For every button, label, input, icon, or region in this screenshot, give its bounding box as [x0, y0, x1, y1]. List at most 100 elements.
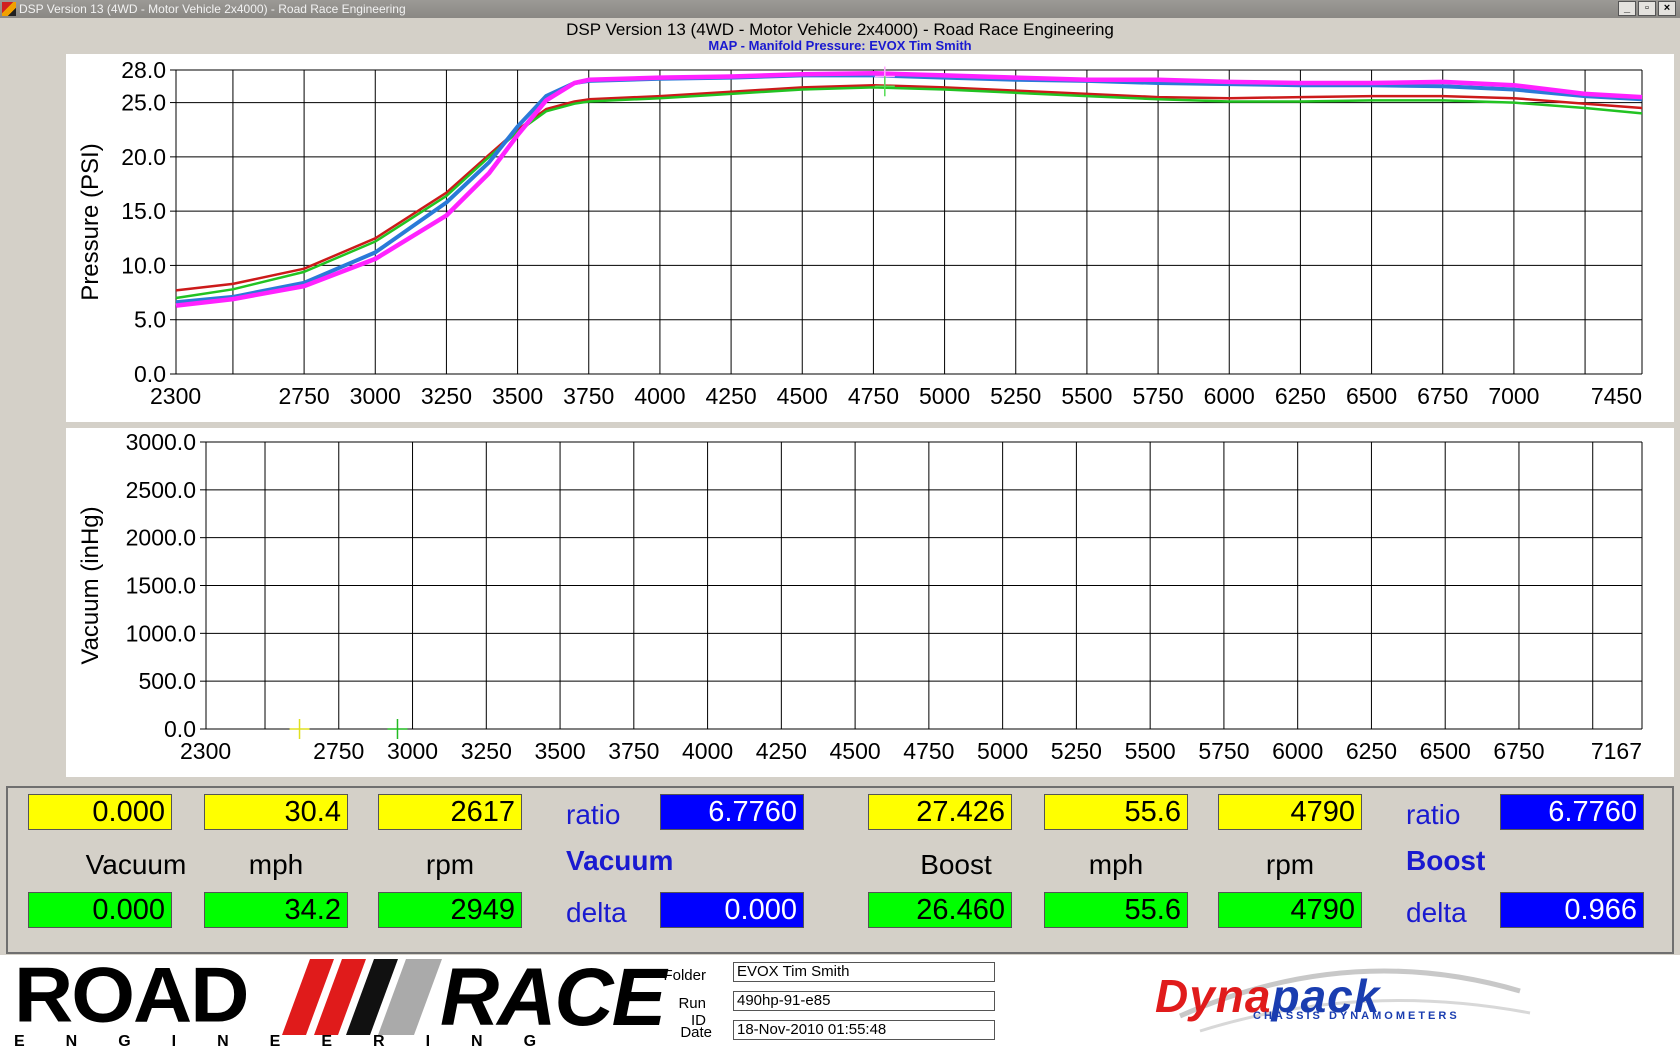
folder-field: EVOX Tim Smith: [733, 962, 995, 982]
rpm-bottom-value-left: 2949: [378, 892, 522, 928]
vacuum-ytick-label-4: 2000.0: [126, 525, 196, 551]
vacuum-ytick-label-5: 2500.0: [126, 477, 196, 503]
runid-field: 490hp-91-e85: [733, 991, 995, 1011]
pressure-xtick-label-18: 7000: [1488, 383, 1539, 409]
restore-button[interactable]: ▫: [1638, 1, 1656, 16]
rpm-top-value-left: 2617: [378, 794, 522, 830]
pressure-xtick-label-2: 3000: [350, 383, 401, 409]
pressure-chart: 0.05.010.015.020.025.028.02300 2750 3000 32…: [66, 54, 1674, 422]
pressure-xtick-label-13: 5750: [1132, 383, 1183, 409]
delta-label-left: delta: [566, 897, 627, 928]
readout-panel: 0.000 30.4 2617 ratio 6.7760 Vacuum mph …: [6, 786, 1674, 954]
vacuum-background: [66, 428, 1674, 777]
vacuum-chart: 0.0500.01000.01500.02000.02500.03000.023…: [66, 428, 1674, 777]
rpm-label-right: rpm: [1265, 849, 1315, 880]
mph-top-value-right: 55.6: [1044, 794, 1188, 830]
boost-top-value: 27.426: [868, 794, 1012, 830]
vacuum-ytick-label-6: 3000.0: [126, 429, 196, 455]
vacuum-xtick-label-4: 3500: [534, 738, 585, 764]
pressure-xtick-label-15: 6250: [1275, 383, 1326, 409]
pressure-xtick-label-8: 4500: [777, 383, 828, 409]
app-icon: [2, 2, 16, 16]
pressure-xtick-label-4: 3500: [492, 383, 543, 409]
boost-label: Boost: [920, 849, 992, 880]
delta-value-left: 0.000: [660, 892, 804, 928]
minimize-button[interactable]: _: [1618, 1, 1636, 16]
pressure-ylabel: Pressure (PSI): [77, 143, 104, 300]
vacuum-xtick-label-1: 2750: [313, 738, 364, 764]
pressure-ytick-label-3: 15.0: [121, 198, 166, 224]
vacuum-xtick-label-13: 5750: [1198, 738, 1249, 764]
pressure-xtick-label-17: 6750: [1417, 383, 1468, 409]
vacuum-xtick-label-6: 4000: [682, 738, 733, 764]
date-field: 18-Nov-2010 01:55:48: [733, 1020, 995, 1040]
pressure-xtick-label-16: 6500: [1346, 383, 1397, 409]
vacuum-xtick-label-3: 3250: [461, 738, 512, 764]
vacuum-bottom-value: 0.000: [28, 892, 172, 928]
rpm-bottom-value-right: 4790: [1218, 892, 1362, 928]
pressure-xtick-label-11: 5250: [990, 383, 1041, 409]
mph-label-right: mph: [1088, 849, 1144, 880]
ratio-value-left: 6.7760: [660, 794, 804, 830]
vacuum-xtick-label-0: 2300: [180, 738, 231, 764]
chart-header: DSP Version 13 (4WD - Motor Vehicle 2x40…: [0, 20, 1680, 53]
mph-bottom-value-left: 34.2: [204, 892, 348, 928]
pressure-xtick-label-14: 6000: [1204, 383, 1255, 409]
folder-label: Folder: [663, 967, 706, 984]
pressure-ytick-label-6: 28.0: [121, 57, 166, 83]
pressure-background: [66, 54, 1674, 422]
pressure-xtick-label-5: 3750: [563, 383, 614, 409]
vacuum-xtick-label-10: 5000: [977, 738, 1028, 764]
vacuum-xtick-label-16: 6500: [1420, 738, 1471, 764]
pressure-ytick-label-4: 20.0: [121, 144, 166, 170]
ratio-label-right: ratio: [1406, 799, 1461, 830]
date-label: Date: [680, 1024, 712, 1041]
pressure-xtick-label-10: 5000: [919, 383, 970, 409]
pressure-xtick-label-3: 3250: [421, 383, 472, 409]
pressure-ytick-label-2: 10.0: [121, 252, 166, 278]
ratio-label-left: ratio: [566, 799, 621, 830]
window-title: DSP Version 13 (4WD - Motor Vehicle 2x40…: [19, 2, 406, 16]
vacuum-ytick-label-2: 1000.0: [126, 620, 196, 646]
pressure-xtick-label-0: 2300: [150, 383, 201, 409]
rpm-top-value-right: 4790: [1218, 794, 1362, 830]
pressure-xtick-label-12: 5500: [1061, 383, 1112, 409]
pressure-xtick-label-1: 2750: [279, 383, 330, 409]
logo-stripes: [282, 959, 442, 1035]
close-button[interactable]: ×: [1658, 1, 1676, 16]
logo-race-text: RACE: [440, 952, 666, 1043]
pressure-xtick-label-19: 7450: [1591, 383, 1642, 409]
mph-label-left: mph: [248, 849, 304, 880]
vacuum-ytick-label-1: 500.0: [138, 668, 196, 694]
pressure-xtick-label-9: 4750: [848, 383, 899, 409]
mph-top-value-left: 30.4: [204, 794, 348, 830]
vacuum-ylabel: Vacuum (inHg): [77, 506, 104, 664]
vacuum-xtick-label-11: 5250: [1051, 738, 1102, 764]
vacuum-mode-label: Vacuum: [566, 845, 674, 876]
pressure-xtick-label-6: 4000: [634, 383, 685, 409]
vacuum-xtick-label-7: 4250: [756, 738, 807, 764]
pressure-xtick-label-7: 4250: [706, 383, 757, 409]
vacuum-ytick-label-3: 1500.0: [126, 573, 196, 599]
vacuum-xtick-label-14: 6000: [1272, 738, 1323, 764]
pressure-ytick-label-5: 25.0: [121, 90, 166, 116]
chart-title: DSP Version 13 (4WD - Motor Vehicle 2x40…: [566, 20, 1114, 39]
dynapack-tagline: CHASSIS DYNAMOMETERS: [1253, 1010, 1460, 1022]
boost-mode-label: Boost: [1406, 845, 1486, 876]
delta-value-right: 0.966: [1500, 892, 1644, 928]
delta-label-right: delta: [1406, 897, 1467, 928]
vacuum-xtick-label-17: 6750: [1493, 738, 1544, 764]
pressure-ytick-label-1: 5.0: [134, 307, 166, 333]
vacuum-xtick-label-9: 4750: [903, 738, 954, 764]
vacuum-xtick-label-12: 5500: [1125, 738, 1176, 764]
logo-road-text: ROAD: [14, 952, 249, 1039]
vacuum-xtick-label-8: 4500: [830, 738, 881, 764]
vacuum-xtick-label-5: 3750: [608, 738, 659, 764]
vacuum-xtick-label-18: 7167: [1591, 738, 1642, 764]
vacuum-xtick-label-15: 6250: [1346, 738, 1397, 764]
logo-engineering-text: ENGINEERING: [14, 1033, 578, 1050]
vacuum-xtick-label-2: 3000: [387, 738, 438, 764]
mph-bottom-value-right: 55.6: [1044, 892, 1188, 928]
boost-bottom-value: 26.460: [868, 892, 1012, 928]
window-titlebar: DSP Version 13 (4WD - Motor Vehicle 2x40…: [0, 0, 1680, 18]
